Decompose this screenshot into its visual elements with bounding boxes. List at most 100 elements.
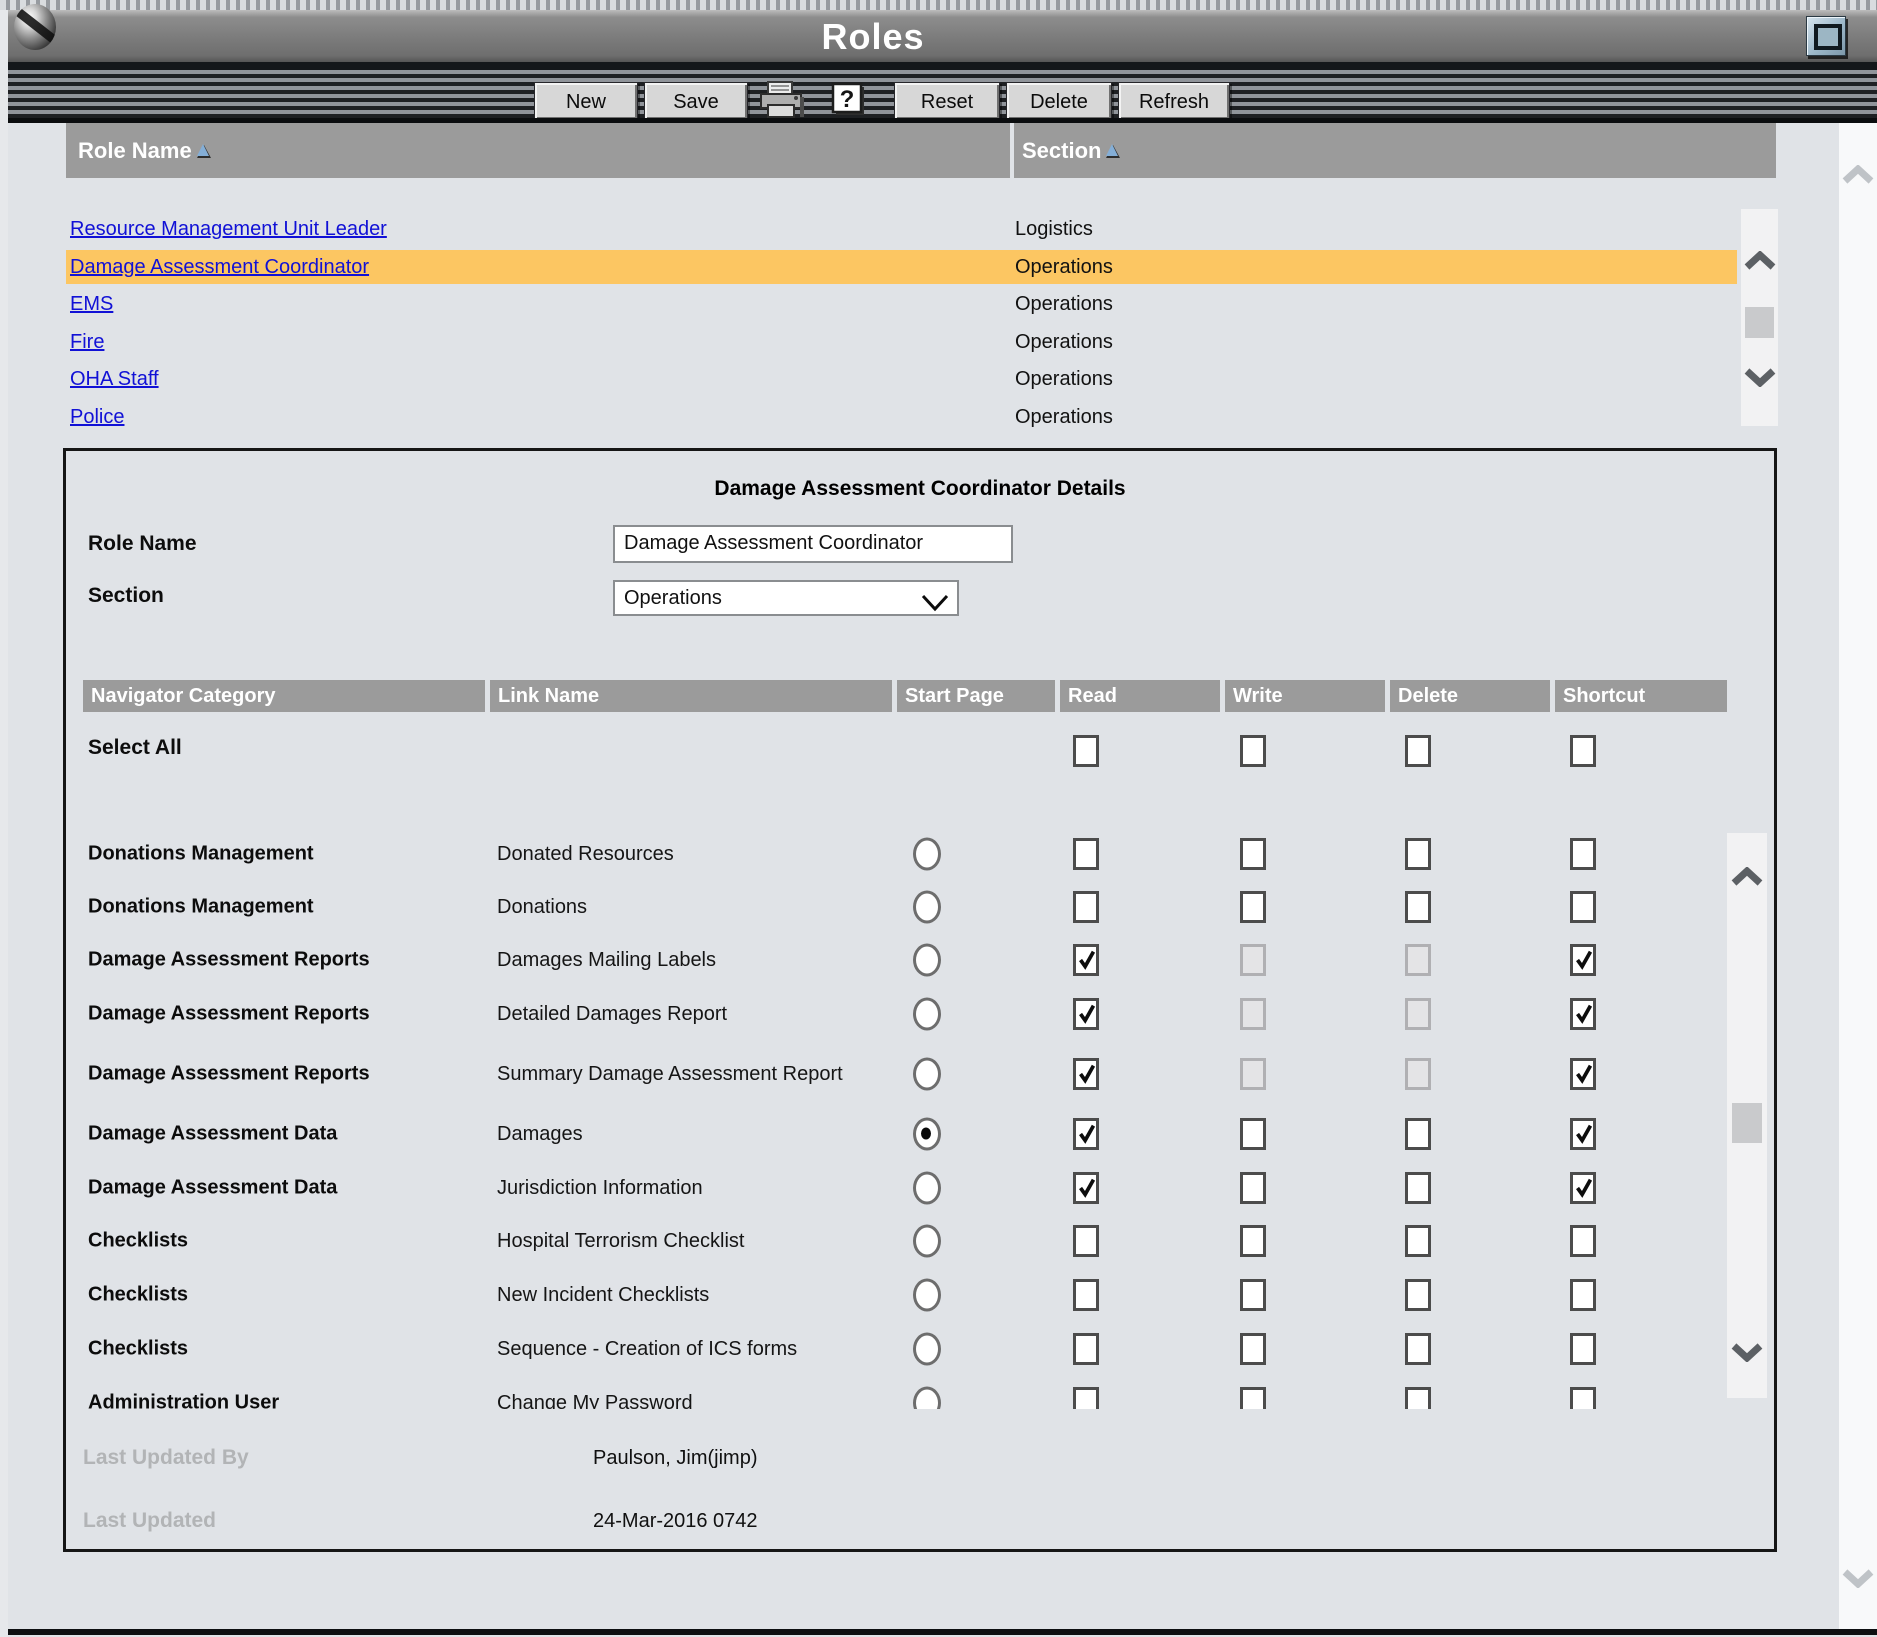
role-link[interactable]: Fire (70, 325, 104, 359)
write-checkbox[interactable] (1240, 1225, 1266, 1257)
role-link[interactable]: Police (70, 400, 124, 434)
role-name-input[interactable]: Damage Assessment Coordinator (613, 525, 1013, 563)
window-top-edge (0, 0, 1877, 10)
delete-checkbox[interactable] (1405, 838, 1431, 870)
refresh-button[interactable]: Refresh (1118, 82, 1230, 120)
navigator-category-cell: Damage Assessment Data (88, 1123, 337, 1146)
shortcut-checkbox[interactable] (1570, 1172, 1596, 1204)
navigator-category-cell: Checklists (88, 1338, 188, 1361)
link-name-cell: Summary Damage Assessment Report (497, 1061, 857, 1087)
delete-checkbox[interactable] (1405, 1172, 1431, 1204)
shortcut-checkbox[interactable] (1570, 1333, 1596, 1365)
navigator-category-cell: Checklists (88, 1230, 188, 1253)
role-link[interactable]: Damage Assessment Coordinator (70, 250, 369, 284)
delete-checkbox[interactable] (1405, 1279, 1431, 1311)
reset-button[interactable]: Reset (894, 82, 1000, 120)
window-restore-icon[interactable] (1806, 16, 1846, 56)
start-page-radio[interactable] (913, 837, 941, 870)
scroll-up-icon[interactable] (1744, 251, 1776, 276)
read-checkbox[interactable] (1073, 1118, 1099, 1150)
start-page-radio[interactable] (913, 944, 941, 977)
navigator-category-cell: Donations Management (88, 842, 314, 865)
section-select[interactable]: Operations (613, 580, 959, 616)
shortcut-checkbox[interactable] (1570, 1279, 1596, 1311)
start-page-radio[interactable] (913, 1279, 941, 1312)
write-checkbox[interactable] (1240, 1333, 1266, 1365)
scrollbar-thumb[interactable] (1732, 1103, 1762, 1143)
role-link[interactable]: EMS (70, 287, 113, 321)
start-page-radio[interactable] (913, 998, 941, 1031)
write-checkbox[interactable] (1240, 891, 1266, 923)
new-button[interactable]: New (534, 82, 638, 120)
shortcut-checkbox[interactable] (1570, 838, 1596, 870)
write-checkbox[interactable] (1240, 1172, 1266, 1204)
select-all-delete-checkbox[interactable] (1405, 735, 1431, 767)
read-checkbox[interactable] (1073, 891, 1099, 923)
select-all-shortcut-checkbox[interactable] (1570, 735, 1596, 767)
delete-checkbox[interactable] (1405, 1118, 1431, 1150)
scroll-up-icon[interactable] (1842, 165, 1874, 190)
start-page-radio[interactable] (913, 1387, 941, 1410)
shortcut-checkbox[interactable] (1570, 944, 1596, 976)
start-page-radio[interactable] (913, 1058, 941, 1091)
scroll-down-icon[interactable] (1731, 1342, 1763, 1367)
perm-header-start-page: Start Page (897, 680, 1055, 712)
column-header-label: Role Name (78, 138, 192, 163)
write-checkbox[interactable] (1240, 838, 1266, 870)
read-checkbox[interactable] (1073, 1279, 1099, 1311)
roles-list-scrollbar[interactable] (1741, 209, 1778, 426)
shortcut-checkbox[interactable] (1570, 1058, 1596, 1090)
delete-checkbox[interactable] (1405, 1225, 1431, 1257)
navigator-category-cell: Damage Assessment Reports (88, 1003, 370, 1026)
read-checkbox[interactable] (1073, 944, 1099, 976)
delete-checkbox (1405, 998, 1431, 1030)
write-checkbox[interactable] (1240, 1387, 1266, 1409)
navigator-category-cell: Damage Assessment Data (88, 1176, 337, 1199)
read-checkbox[interactable] (1073, 838, 1099, 870)
scroll-down-icon[interactable] (1842, 1568, 1874, 1593)
column-header-role-name[interactable]: Role Name (66, 123, 1010, 178)
read-checkbox[interactable] (1073, 1172, 1099, 1204)
select-all-write-checkbox[interactable] (1240, 735, 1266, 767)
delete-checkbox[interactable] (1405, 1387, 1431, 1409)
window-bottom-edge (8, 1629, 1877, 1635)
delete-checkbox[interactable] (1405, 891, 1431, 923)
write-checkbox (1240, 1058, 1266, 1090)
select-all-label: Select All (88, 734, 182, 762)
save-button[interactable]: Save (644, 82, 748, 120)
shortcut-checkbox[interactable] (1570, 998, 1596, 1030)
window-scrollbar[interactable] (1839, 123, 1877, 1629)
shortcut-checkbox[interactable] (1570, 1225, 1596, 1257)
role-link[interactable]: Resource Management Unit Leader (70, 212, 387, 246)
delete-checkbox[interactable] (1405, 1333, 1431, 1365)
start-page-radio[interactable] (913, 1118, 941, 1151)
permission-row: Damage Assessment DataJurisdiction Infor… (69, 1161, 1729, 1214)
read-checkbox[interactable] (1073, 1333, 1099, 1365)
link-name-cell: Sequence - Creation of ICS forms (497, 1336, 857, 1362)
start-page-radio[interactable] (913, 1171, 941, 1204)
shortcut-checkbox[interactable] (1570, 1118, 1596, 1150)
permission-row: Donations ManagementDonated Resources (69, 827, 1729, 880)
read-checkbox[interactable] (1073, 1387, 1099, 1409)
write-checkbox[interactable] (1240, 1118, 1266, 1150)
scrollbar-thumb[interactable] (1745, 307, 1774, 338)
write-checkbox[interactable] (1240, 1279, 1266, 1311)
start-page-radio[interactable] (913, 1333, 941, 1366)
read-checkbox[interactable] (1073, 1058, 1099, 1090)
scroll-down-icon[interactable] (1744, 367, 1776, 392)
permissions-scrollbar[interactable] (1727, 833, 1767, 1398)
column-header-section[interactable]: Section (1014, 123, 1776, 178)
select-all-read-checkbox[interactable] (1073, 735, 1099, 767)
start-page-radio[interactable] (913, 890, 941, 923)
read-checkbox[interactable] (1073, 1225, 1099, 1257)
shortcut-checkbox[interactable] (1570, 891, 1596, 923)
read-checkbox[interactable] (1073, 998, 1099, 1030)
role-link[interactable]: OHA Staff (70, 362, 159, 396)
scroll-up-icon[interactable] (1731, 867, 1763, 892)
shortcut-checkbox[interactable] (1570, 1387, 1596, 1409)
perm-header-write: Write (1225, 680, 1385, 712)
page-title: Roles (8, 16, 1738, 58)
roles-window: Roles New Save ? Reset Delete (0, 0, 1877, 1637)
delete-button[interactable]: Delete (1006, 82, 1112, 120)
start-page-radio[interactable] (913, 1225, 941, 1258)
